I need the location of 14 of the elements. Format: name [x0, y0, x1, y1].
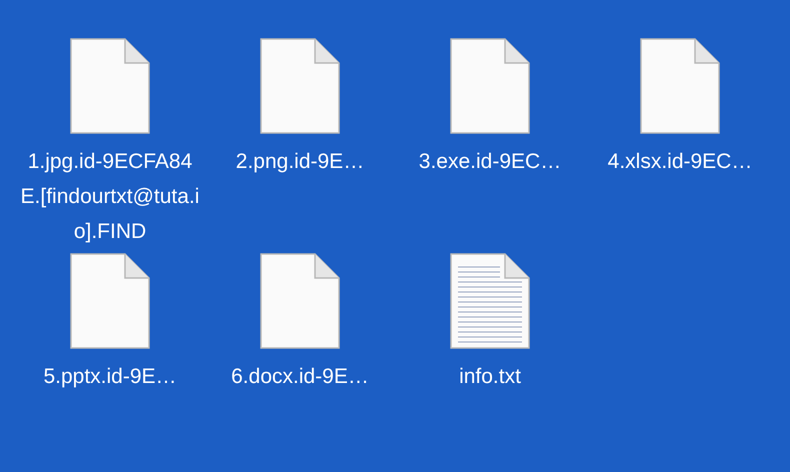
blank-file-icon[interactable] [640, 38, 720, 134]
file-name: 2.png.id-9E… [234, 149, 366, 175]
blank-file-icon[interactable] [260, 253, 340, 349]
text-document-icon[interactable] [450, 253, 530, 349]
file-name: 4.xlsx.id-9EC… [606, 149, 754, 175]
blank-file-icon[interactable] [70, 38, 150, 134]
file-name: 6.docx.id-9E… [230, 364, 370, 390]
file-name: info.txt [458, 364, 522, 390]
file-name: 3.exe.id-9EC… [418, 149, 562, 175]
blank-file-icon[interactable] [70, 253, 150, 349]
blank-file-icon[interactable] [260, 38, 340, 134]
file-name: 1.jpg.id-9ECFA84E.[findourtxt@tuta.io].FIND [20, 149, 200, 245]
blank-file-icon[interactable] [450, 38, 530, 134]
file-name: 5.pptx.id-9E… [42, 364, 178, 390]
